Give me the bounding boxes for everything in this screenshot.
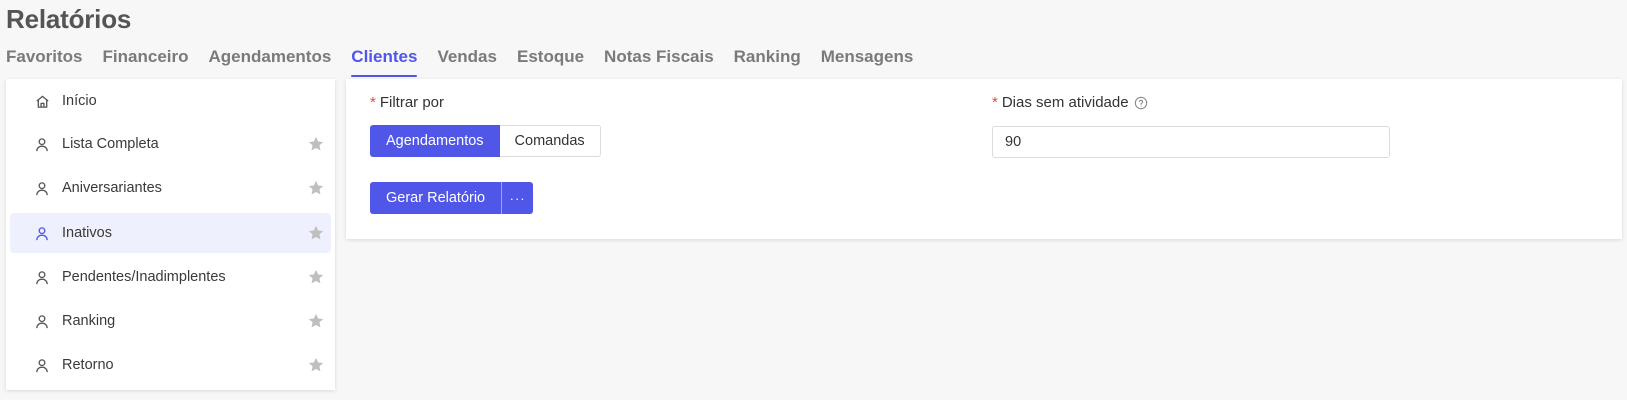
tab-ranking[interactable]: Ranking xyxy=(734,47,801,77)
generate-report-button[interactable]: Gerar Relatório xyxy=(370,182,502,214)
sidebar-item-label: Retorno xyxy=(62,357,114,373)
tab-clientes[interactable]: Clientes xyxy=(351,47,418,77)
star-icon[interactable] xyxy=(307,268,325,286)
user-icon xyxy=(34,136,50,152)
tab-favoritos[interactable]: Favoritos xyxy=(6,47,83,77)
user-icon xyxy=(34,313,50,329)
sidebar-item-label: Inativos xyxy=(62,225,112,241)
report-tabs: Favoritos Financeiro Agendamentos Client… xyxy=(6,47,913,77)
user-icon xyxy=(34,225,50,241)
sidebar-item-aniversariantes[interactable]: Aniversariantes xyxy=(10,168,331,208)
report-form-card: * Filtrar por Agendamentos Comandas * Di… xyxy=(346,79,1622,239)
sidebar-item-label: Pendentes/Inadimplentes xyxy=(62,269,226,285)
filter-label: * Filtrar por xyxy=(370,94,444,111)
page-title: Relatórios xyxy=(6,4,132,34)
sidebar-item-lista-completa[interactable]: Lista Completa xyxy=(10,124,331,164)
star-icon[interactable] xyxy=(307,179,325,197)
sidebar-item-label: Início xyxy=(62,93,97,109)
star-icon[interactable] xyxy=(307,224,325,242)
sidebar-item-ranking[interactable]: Ranking xyxy=(10,301,331,341)
star-icon[interactable] xyxy=(307,135,325,153)
tab-mensagens[interactable]: Mensagens xyxy=(821,47,914,77)
user-icon xyxy=(34,269,50,285)
sidebar-item-inicio[interactable]: Início xyxy=(10,81,331,121)
days-inactive-input[interactable]: 90 xyxy=(992,126,1390,158)
sidebar-item-inativos[interactable]: Inativos xyxy=(10,213,331,253)
sidebar-item-retorno[interactable]: Retorno xyxy=(10,345,331,385)
more-options-button[interactable]: ··· xyxy=(501,182,534,214)
sidebar-item-label: Aniversariantes xyxy=(62,180,162,196)
required-mark: * xyxy=(370,94,376,111)
days-label-text: Dias sem atividade xyxy=(1001,94,1129,111)
days-label: * Dias sem atividade xyxy=(992,94,1148,111)
filter-label-text: Filtrar por xyxy=(379,94,445,111)
star-icon[interactable] xyxy=(307,312,325,330)
user-icon xyxy=(34,180,50,196)
report-sidebar: Início Lista Completa Aniversariantes In… xyxy=(6,79,335,390)
tab-vendas[interactable]: Vendas xyxy=(437,47,497,77)
star-icon[interactable] xyxy=(307,356,325,374)
sidebar-item-pendentes-inadimplentes[interactable]: Pendentes/Inadimplentes xyxy=(10,257,331,297)
generate-report-button-group: Gerar Relatório ··· xyxy=(370,182,534,214)
filter-option-comandas[interactable]: Comandas xyxy=(499,125,601,157)
home-icon xyxy=(34,93,50,109)
question-circle-icon[interactable] xyxy=(1134,96,1148,110)
user-icon xyxy=(34,357,50,373)
tab-notas-fiscais[interactable]: Notas Fiscais xyxy=(604,47,714,77)
tab-agendamentos[interactable]: Agendamentos xyxy=(209,47,332,77)
sidebar-item-label: Lista Completa xyxy=(62,136,159,152)
tab-financeiro[interactable]: Financeiro xyxy=(103,47,189,77)
filter-option-agendamentos[interactable]: Agendamentos xyxy=(370,125,500,157)
sidebar-item-label: Ranking xyxy=(62,313,116,329)
tab-estoque[interactable]: Estoque xyxy=(517,47,584,77)
required-mark: * xyxy=(992,94,998,111)
filter-segmented-control: Agendamentos Comandas xyxy=(370,125,601,157)
